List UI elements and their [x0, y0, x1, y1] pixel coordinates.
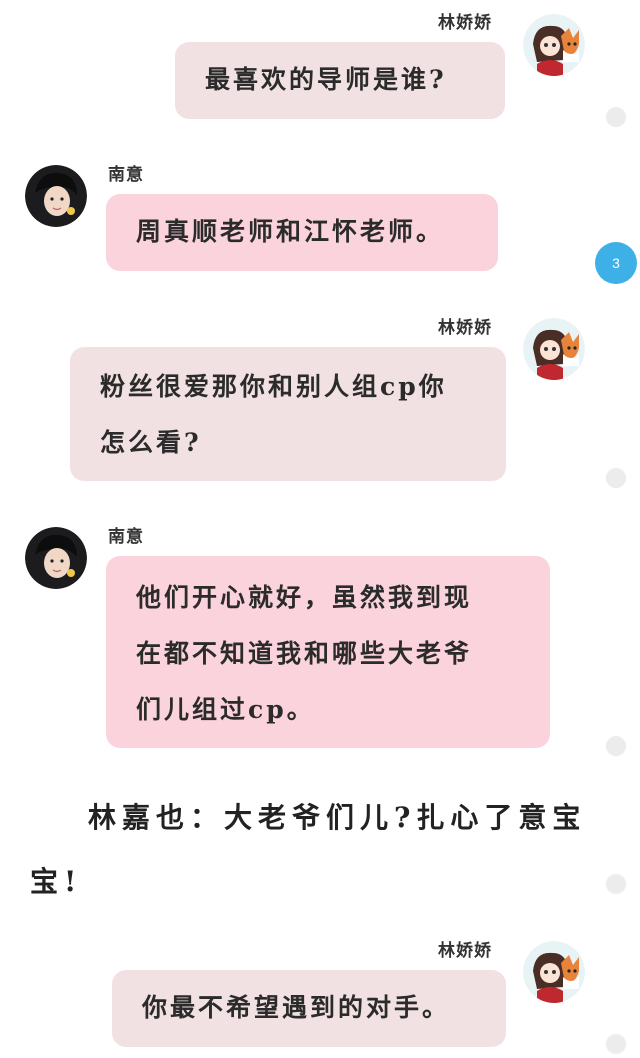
narration-text: 林嘉也：大老爷们儿?扎心了意宝宝!: [30, 801, 587, 898]
message-bubble[interactable]: 粉丝很爱那你和别人组cp你怎么看?: [70, 347, 506, 481]
unread-count-badge[interactable]: 3: [595, 242, 637, 284]
message-bubble[interactable]: 周真顺老师和江怀老师。: [106, 194, 498, 271]
status-indicator: [606, 736, 626, 756]
sender-name: 林娇娇: [438, 318, 492, 338]
contact-avatar-icon[interactable]: [25, 165, 87, 227]
message-bubble[interactable]: 你最不希望遇到的对手。: [112, 970, 506, 1047]
message-bubble[interactable]: 他们开心就好，虽然我到现在都不知道我和哪些大老爷们儿组过cp。: [106, 556, 550, 748]
sender-name: 林娇娇: [438, 13, 492, 33]
contact-avatar-icon[interactable]: [25, 527, 87, 589]
status-indicator: [606, 468, 626, 488]
status-indicator: [606, 874, 626, 894]
user-avatar-icon[interactable]: [523, 941, 585, 1003]
user-avatar-icon[interactable]: [523, 14, 585, 76]
user-avatar-icon[interactable]: [523, 318, 585, 380]
status-indicator: [606, 1034, 626, 1054]
status-indicator: [606, 107, 626, 127]
message-bubble[interactable]: 最喜欢的导师是谁?: [175, 42, 505, 119]
sender-name: 南意: [108, 527, 144, 547]
sender-name: 林娇娇: [438, 941, 492, 961]
sender-name: 南意: [108, 165, 144, 185]
